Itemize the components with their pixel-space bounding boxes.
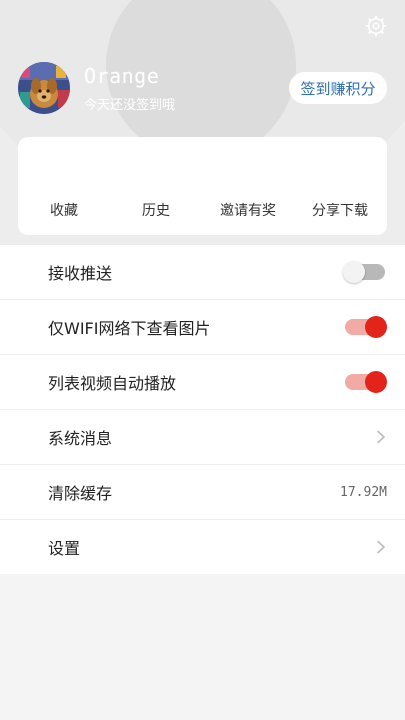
wifi-images-toggle[interactable] bbox=[345, 316, 387, 338]
signin-status-text: 今天还没签到哦 bbox=[84, 98, 176, 113]
toggle-knob bbox=[365, 316, 387, 338]
setting-row-autoplay: 列表视频自动播放 bbox=[0, 355, 405, 410]
toggle-knob bbox=[343, 261, 365, 283]
settings-list: 接收推送 仅WIFI网络下查看图片 列表视频自动播放 系统消息 清除缓存 17.… bbox=[0, 245, 405, 574]
chevron-right-icon bbox=[377, 430, 385, 444]
setting-row-settings[interactable]: 设置 bbox=[0, 520, 405, 574]
profile-header: Orange 今天还没签到哦 签到赚积分 收藏 历史 邀请有奖 分享下载 bbox=[0, 0, 405, 245]
cache-size-value: 17.92M bbox=[340, 484, 387, 500]
setting-row-clear-cache[interactable]: 清除缓存 17.92M bbox=[0, 465, 405, 520]
autoplay-toggle[interactable] bbox=[345, 371, 387, 393]
quick-action-favorites[interactable]: 收藏 bbox=[50, 200, 78, 220]
setting-row-system-messages[interactable]: 系统消息 bbox=[0, 410, 405, 465]
username: Orange bbox=[84, 64, 160, 88]
quick-actions-card: 收藏 历史 邀请有奖 分享下载 bbox=[18, 137, 387, 235]
quick-action-invite[interactable]: 邀请有奖 bbox=[220, 200, 276, 220]
setting-row-wifi-images: 仅WIFI网络下查看图片 bbox=[0, 300, 405, 355]
avatar[interactable] bbox=[18, 62, 70, 114]
chevron-right-icon bbox=[377, 540, 385, 554]
toggle-knob bbox=[365, 371, 387, 393]
setting-label: 列表视频自动播放 bbox=[48, 374, 177, 393]
setting-label: 清除缓存 bbox=[48, 484, 113, 503]
setting-label: 仅WIFI网络下查看图片 bbox=[48, 319, 211, 338]
gear-icon[interactable] bbox=[365, 15, 387, 37]
setting-label: 设置 bbox=[48, 539, 81, 558]
push-toggle[interactable] bbox=[343, 261, 385, 283]
quick-action-share[interactable]: 分享下载 bbox=[312, 200, 368, 220]
setting-label: 系统消息 bbox=[48, 429, 113, 448]
setting-row-push: 接收推送 bbox=[0, 245, 405, 300]
signin-button[interactable]: 签到赚积分 bbox=[289, 72, 387, 104]
setting-label: 接收推送 bbox=[48, 264, 113, 283]
quick-action-history[interactable]: 历史 bbox=[142, 200, 170, 220]
